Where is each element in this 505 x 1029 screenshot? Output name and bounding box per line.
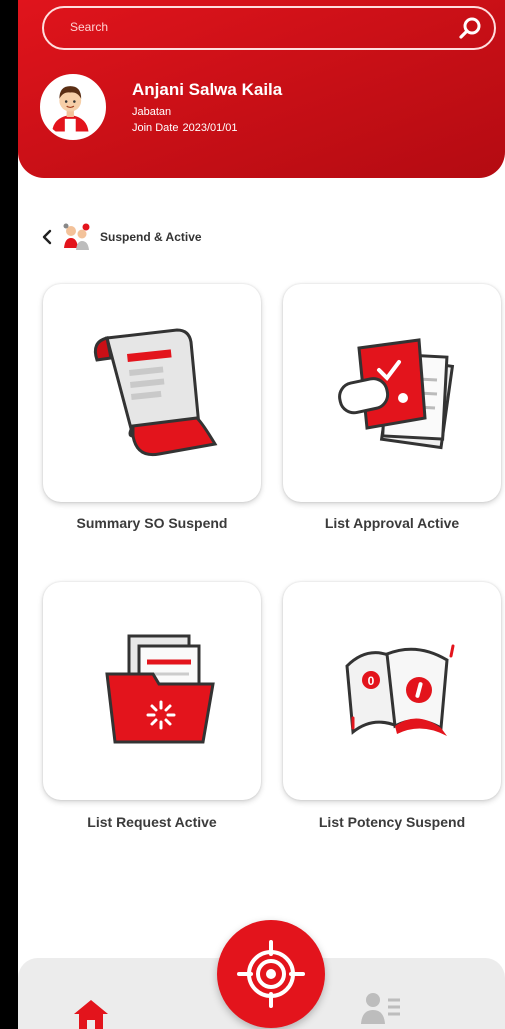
search-bar[interactable]	[42, 6, 496, 50]
svg-text:0: 0	[368, 674, 375, 688]
search-icon[interactable]	[458, 15, 484, 41]
app-screen: Anjani Salwa Kaila Jabatan Join Date2023…	[18, 0, 505, 1029]
breadcrumb: Suspend & Active	[40, 222, 202, 252]
menu-card-list-request-active[interactable]	[43, 582, 261, 800]
menu-card-list-approval-active[interactable]	[283, 284, 501, 502]
menu-label-list-request-active[interactable]: List Request Active	[32, 814, 272, 830]
screen: Anjani Salwa Kaila Jabatan Join Date2023…	[0, 0, 505, 1029]
target-fab-button[interactable]	[217, 920, 325, 1028]
user-join-date: Join Date 2023/01/01	[132, 122, 238, 134]
user-role: Jabatan	[132, 106, 172, 118]
search-input[interactable]	[68, 19, 432, 35]
scroll-document-icon	[93, 328, 218, 457]
people-switch-icon	[63, 223, 90, 250]
menu-label-summary-so-suspend[interactable]: Summary SO Suspend	[32, 515, 272, 531]
approval-stamp-icon	[338, 338, 455, 450]
menu-label-list-approval-active[interactable]: List Approval Active	[272, 515, 505, 531]
avatar[interactable]	[40, 74, 106, 140]
menu-label-list-potency-suspend[interactable]: List Potency Suspend	[272, 814, 505, 830]
target-icon	[237, 940, 305, 1008]
profile-header: Anjani Salwa Kaila Jabatan Join Date2023…	[18, 0, 505, 178]
back-chevron-icon[interactable]	[40, 228, 54, 246]
user-name: Anjani Salwa Kaila	[132, 80, 283, 99]
user-avatar-icon	[43, 77, 98, 132]
profile-list-icon[interactable]	[358, 988, 404, 1028]
join-date-value: 2023/01/01	[182, 122, 238, 134]
home-icon[interactable]	[68, 996, 114, 1029]
menu-card-list-potency-suspend[interactable]: 0	[283, 582, 501, 800]
breadcrumb-title: Suspend & Active	[100, 230, 202, 244]
join-date-label: Join Date	[132, 122, 179, 134]
warning-papers-icon: 0	[345, 644, 455, 736]
menu-card-summary-so-suspend[interactable]	[43, 284, 261, 502]
folder-loading-icon	[105, 634, 215, 744]
